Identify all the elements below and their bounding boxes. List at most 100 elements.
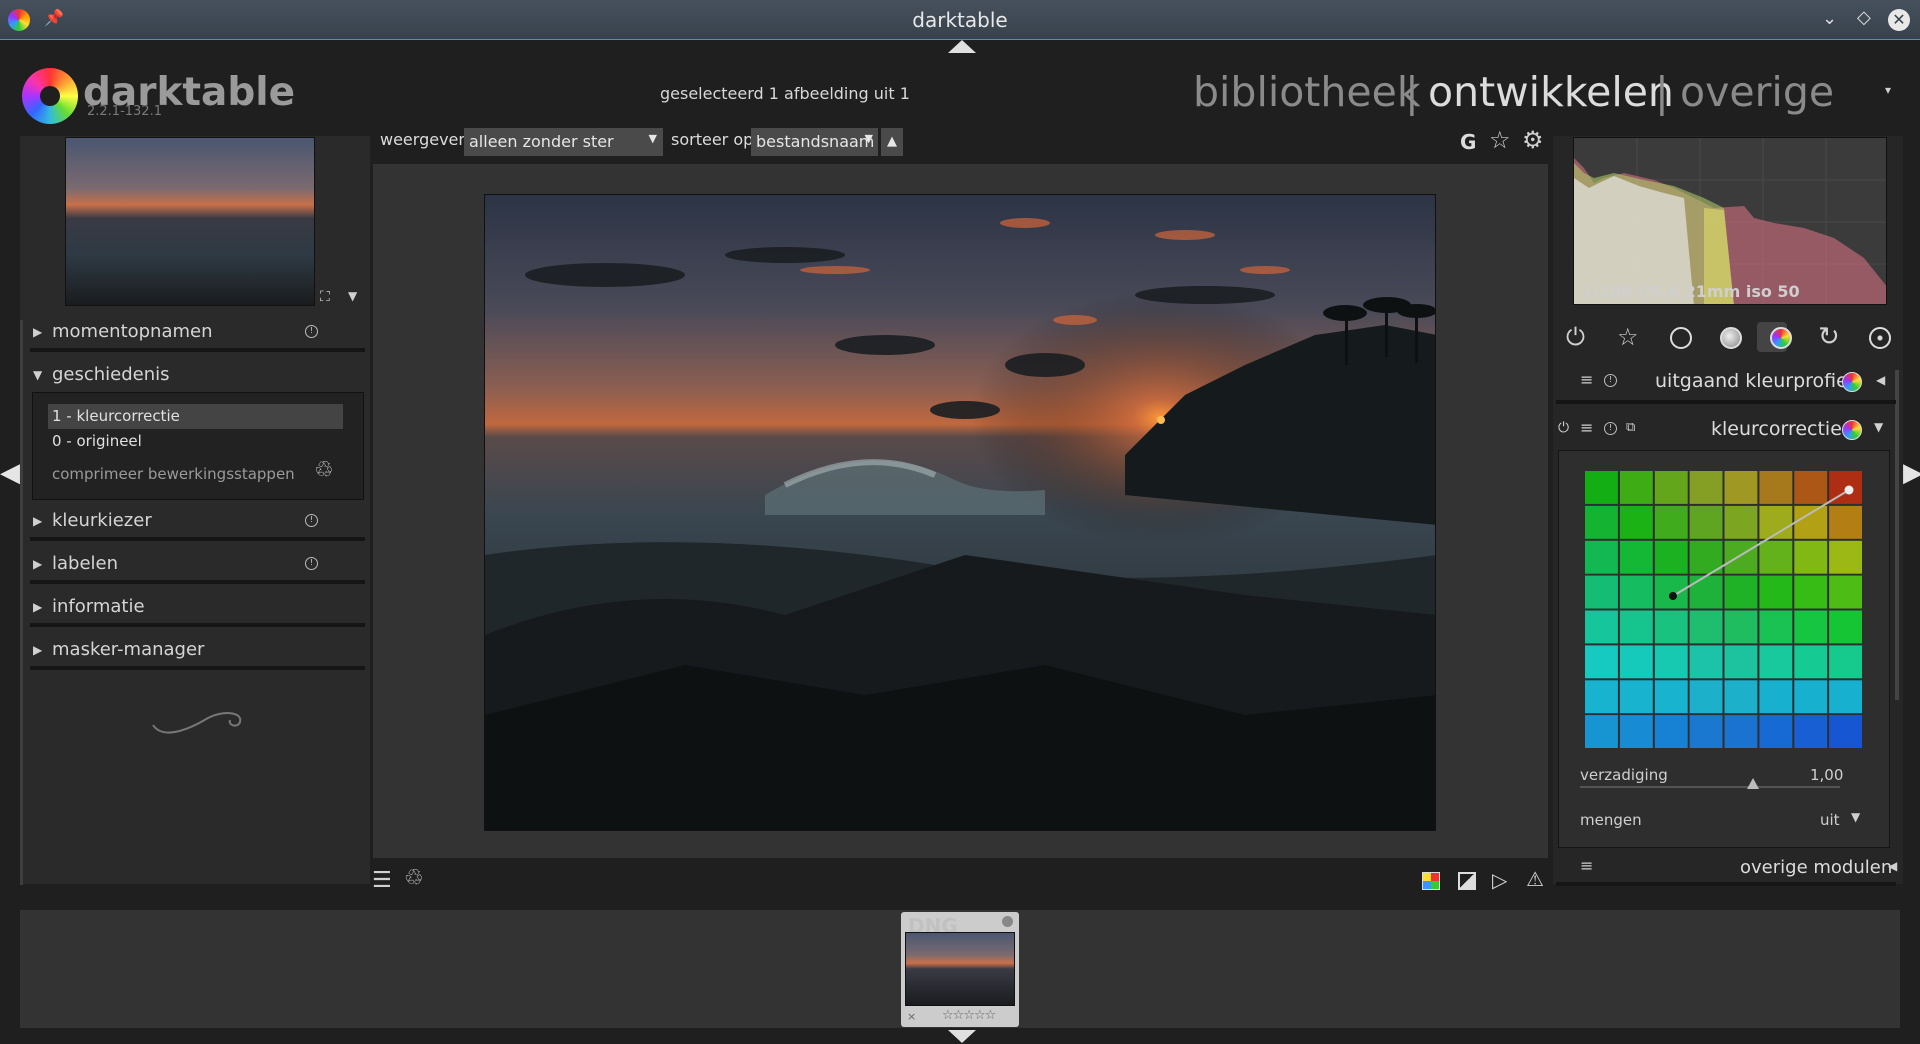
views-dropdown-icon[interactable]: ▾: [1885, 84, 1891, 96]
zoom-fit-icon[interactable]: ⛶: [320, 290, 330, 304]
left-scrollbar[interactable]: [20, 320, 23, 885]
color-swatch: [1585, 610, 1618, 644]
reset-icon[interactable]: !: [305, 557, 318, 570]
filmstrip-collapse-icon[interactable]: [948, 1030, 976, 1043]
module-mask-manager[interactable]: ▶ masker-manager: [30, 636, 365, 666]
zoom-dropdown-icon[interactable]: ▼: [348, 290, 357, 302]
color-swatch: [1689, 645, 1723, 679]
expand-arrow-icon: ▶: [33, 557, 43, 571]
reset-icon[interactable]: !: [1604, 374, 1617, 387]
star-icon[interactable]: ☆: [1617, 325, 1639, 349]
circle-icon[interactable]: [1670, 327, 1692, 349]
left-panel-collapse-icon[interactable]: ◀: [0, 458, 20, 488]
multi-instance-icon[interactable]: ⧉: [1626, 421, 1635, 434]
color-swatch: [1619, 471, 1653, 504]
altered-icon[interactable]: [1002, 916, 1013, 927]
right-scrollbar[interactable]: [1895, 370, 1899, 700]
color-swatch: [1689, 505, 1723, 539]
styles-icon[interactable]: ♲: [404, 868, 424, 890]
view-other[interactable]: overige: [1680, 68, 1834, 116]
module-colorpicker[interactable]: ▶ kleurkiezer !: [30, 507, 365, 537]
minimize-icon[interactable]: ⌄: [1822, 10, 1837, 28]
right-panel-collapse-icon[interactable]: ▶: [1903, 458, 1920, 488]
navigation-thumbnail[interactable]: [65, 137, 315, 306]
module-label: masker-manager: [52, 639, 205, 660]
module-snapshots[interactable]: ▶ momentopnamen !: [30, 318, 365, 348]
maximize-icon[interactable]: ◇: [1857, 9, 1871, 27]
view-darkroom[interactable]: ontwikkelen: [1428, 68, 1674, 116]
presets-menu-icon[interactable]: ≡: [1580, 858, 1593, 874]
presets-menu-icon[interactable]: ☰: [372, 870, 392, 892]
color-assessment-icon[interactable]: [1422, 872, 1440, 890]
histogram[interactable]: [1573, 137, 1887, 305]
grouping-button[interactable]: G: [1460, 130, 1476, 154]
rating-stars[interactable]: ☆☆☆☆☆: [942, 1008, 996, 1023]
color-swatch: [1724, 680, 1758, 714]
blend-value[interactable]: uit: [1820, 811, 1840, 829]
module-output-color-profile[interactable]: uitgaand kleurprofiel: [1655, 370, 1853, 392]
gray-circle-icon[interactable]: [1720, 327, 1742, 349]
raw-overexposed-icon[interactable]: [1458, 872, 1476, 890]
module-tagging[interactable]: ▶ labelen !: [30, 550, 365, 580]
saturation-slider[interactable]: [1580, 786, 1840, 788]
presets-menu-icon[interactable]: ≡: [1580, 372, 1593, 388]
reset-icon[interactable]: !: [305, 325, 318, 338]
more-modules[interactable]: overige modulen: [1740, 857, 1892, 878]
color-swatch: [1794, 540, 1828, 574]
create-style-icon[interactable]: ♲: [314, 460, 334, 482]
color-swatch: [1759, 575, 1793, 609]
sunset-photo: [485, 195, 1435, 830]
filmstrip-thumbnail[interactable]: [905, 932, 1015, 1006]
module-image-information[interactable]: ▶ informatie: [30, 593, 365, 623]
star-overlay-icon[interactable]: ☆: [1489, 128, 1511, 152]
close-icon[interactable]: ✕: [1888, 9, 1910, 31]
preferences-gear-icon[interactable]: ⚙: [1522, 128, 1544, 152]
color-swatch: [1619, 505, 1653, 539]
compress-history-button[interactable]: comprimeer bewerkingsstappen: [52, 465, 295, 483]
module-color-icon: [1842, 372, 1862, 392]
show-filter-value: alleen zonder ster: [469, 132, 614, 151]
sort-label: sorteer op: [671, 130, 754, 149]
gamut-check-icon[interactable]: ⚠: [1526, 869, 1544, 889]
power-icon[interactable]: ⏻: [1566, 325, 1585, 349]
logo-hole: [40, 86, 60, 106]
saturation-slider-handle[interactable]: [1747, 778, 1759, 789]
color-wheel-icon[interactable]: [1770, 327, 1792, 349]
sort-dropdown[interactable]: bestandsnaam ▼: [751, 128, 878, 156]
reset-icon[interactable]: !: [305, 514, 318, 527]
reset-icon[interactable]: !: [1604, 422, 1617, 435]
sort-direction-icon[interactable]: ▲: [881, 128, 903, 156]
reject-icon[interactable]: ×: [907, 1010, 916, 1023]
blend-dropdown-icon[interactable]: ▼: [1851, 811, 1860, 823]
color-swatch: [1585, 575, 1618, 609]
color-swatch: [1794, 645, 1828, 679]
color-swatch: [1585, 715, 1618, 748]
film-reel-icon[interactable]: [1869, 327, 1891, 349]
clipping-indicator-icon[interactable]: ▷: [1492, 870, 1507, 890]
history-item-selected[interactable]: 1 - kleurcorrectie: [48, 404, 343, 429]
exposure-info: 1/100 f/5,6 21mm iso 50: [1582, 282, 1800, 301]
color-swatch: [1829, 680, 1862, 714]
show-filter-dropdown[interactable]: alleen zonder ster ▼: [464, 128, 663, 156]
color-swatch: [1794, 575, 1828, 609]
module-label: geschiedenis: [52, 364, 170, 385]
main-image[interactable]: [484, 194, 1436, 831]
module-color-correction[interactable]: kleurcorrectie: [1711, 418, 1842, 440]
divider: [30, 580, 365, 584]
collapse-arrow-icon[interactable]: ▼: [1874, 421, 1883, 433]
module-color-icon: [1842, 420, 1862, 440]
presets-menu-icon[interactable]: ≡: [1580, 420, 1593, 436]
history-item[interactable]: 0 - origineel: [48, 429, 343, 454]
color-swatch: [1689, 680, 1723, 714]
saturation-label: verzadiging: [1580, 766, 1668, 784]
view-library[interactable]: bibliotheek: [1193, 68, 1421, 116]
rotate-icon[interactable]: ↻: [1818, 324, 1840, 350]
expand-arrow-icon[interactable]: ◀: [1888, 860, 1897, 872]
color-correction-grid[interactable]: [1584, 470, 1863, 749]
module-power-icon[interactable]: ⏻: [1558, 421, 1569, 435]
color-swatch: [1585, 505, 1618, 539]
color-swatch: [1654, 610, 1688, 644]
expand-arrow-icon[interactable]: ◀: [1876, 374, 1885, 386]
top-panel-collapse-icon[interactable]: [948, 40, 976, 53]
module-history[interactable]: ▼ geschiedenis: [30, 361, 365, 391]
